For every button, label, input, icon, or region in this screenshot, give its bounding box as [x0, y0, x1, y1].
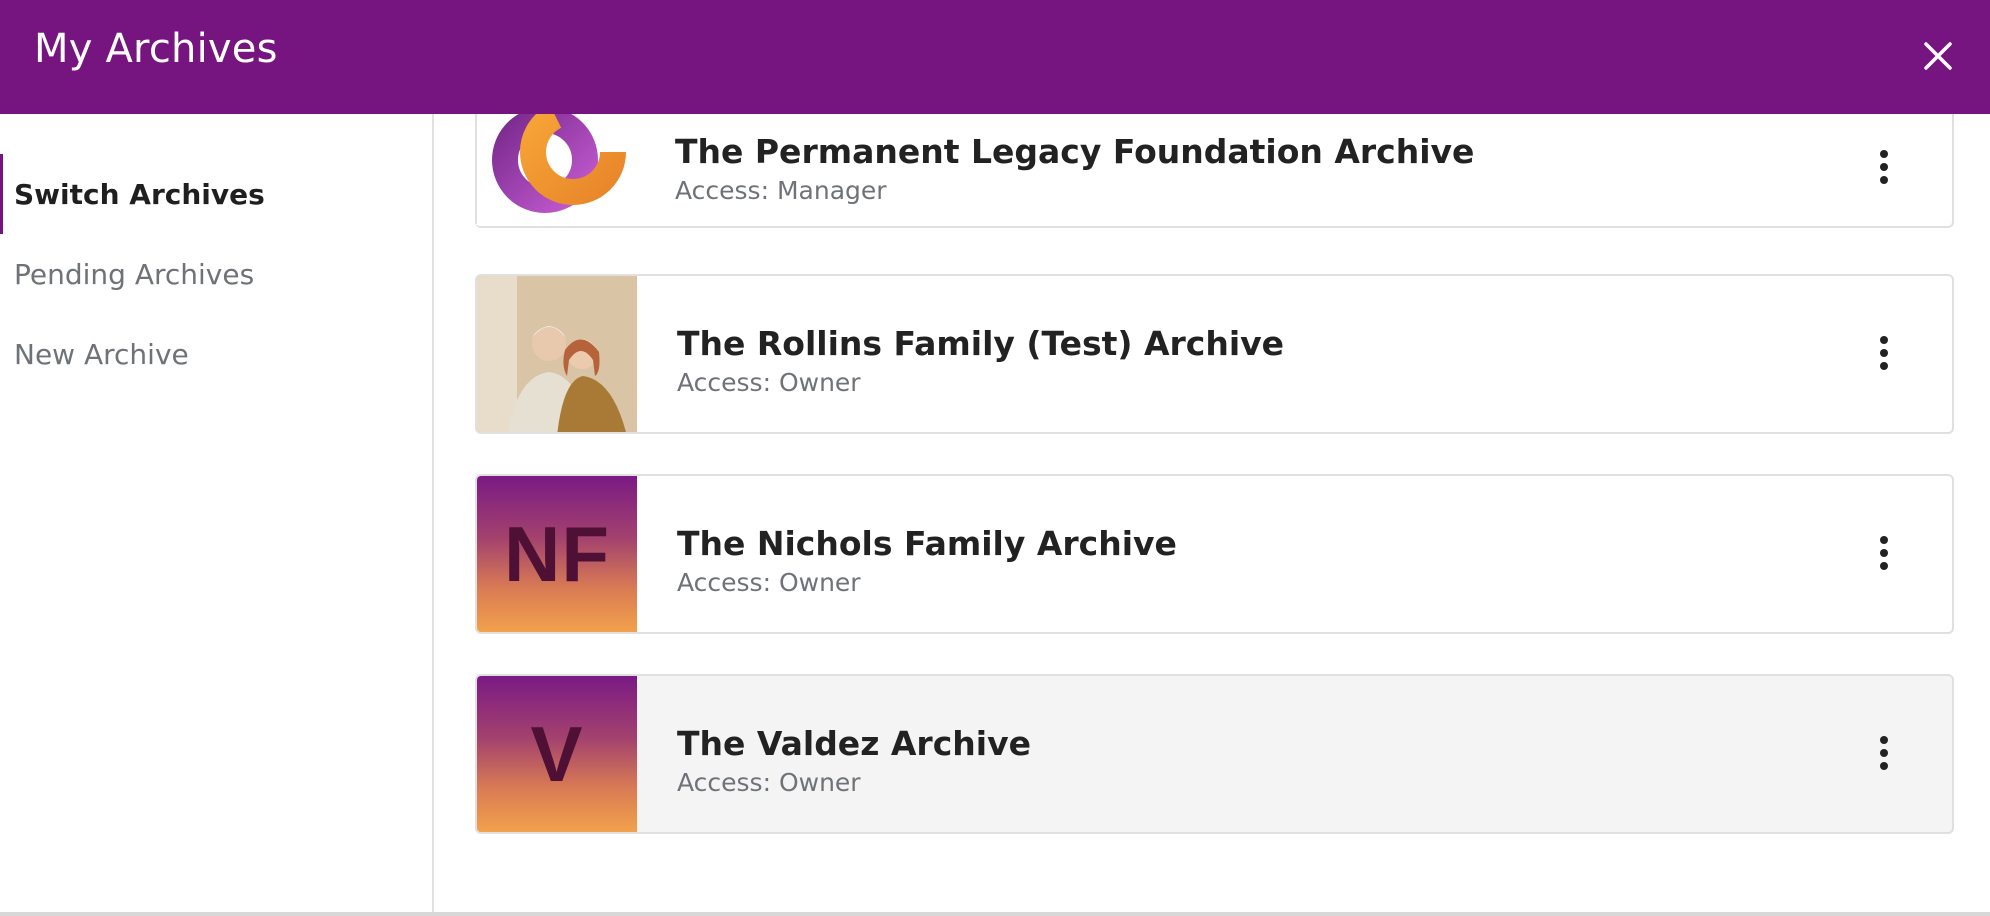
sidebar-item-label: Pending Archives — [14, 257, 255, 291]
archive-access: Access: Manager — [675, 176, 887, 205]
archive-initials-thumbnail: V — [477, 676, 637, 832]
sidebar-item-pending-archives[interactable]: Pending Archives — [0, 234, 432, 314]
close-icon[interactable] — [1912, 30, 1964, 82]
archive-access: Access: Owner — [677, 368, 861, 397]
archive-name: The Valdez Archive — [677, 724, 1031, 763]
dialog-bottom-edge — [0, 912, 1990, 916]
sidebar-item-label: New Archive — [14, 337, 189, 371]
dialog-header: My Archives — [0, 0, 1990, 114]
more-options-icon[interactable] — [1874, 736, 1894, 776]
archive-card[interactable]: The Rollins Family (Test) Archive Access… — [475, 274, 1954, 434]
sidebar-item-label: Switch Archives — [14, 177, 265, 211]
archive-initials: V — [530, 709, 584, 798]
archive-initials-thumbnail: NF — [477, 476, 637, 632]
archive-access: Access: Owner — [677, 568, 861, 597]
more-options-icon[interactable] — [1874, 536, 1894, 576]
archive-initials: NF — [504, 509, 610, 598]
more-options-icon[interactable] — [1874, 336, 1894, 376]
dialog-title: My Archives — [34, 26, 278, 72]
sidebar-item-new-archive[interactable]: New Archive — [0, 314, 432, 394]
archive-card[interactable]: NF The Nichols Family Archive Access: Ow… — [475, 474, 1954, 634]
archive-access: Access: Owner — [677, 768, 861, 797]
archive-list: The Permanent Legacy Foundation Archive … — [434, 114, 1990, 916]
archive-name: The Permanent Legacy Foundation Archive — [675, 132, 1475, 171]
more-options-icon[interactable] — [1874, 150, 1894, 190]
archive-name: The Rollins Family (Test) Archive — [677, 324, 1285, 363]
permanent-logo-icon — [492, 114, 626, 213]
archive-card[interactable]: V The Valdez Archive Access: Owner — [475, 674, 1954, 834]
sidebar-item-switch-archives[interactable]: Switch Archives — [0, 154, 432, 234]
archive-logo-thumbnail — [475, 114, 635, 226]
couple-photo — [477, 276, 637, 432]
archive-card[interactable]: The Permanent Legacy Foundation Archive … — [475, 114, 1954, 228]
sidebar: Switch Archives Pending Archives New Arc… — [0, 114, 434, 916]
archive-photo-thumbnail — [477, 276, 637, 432]
archive-name: The Nichols Family Archive — [677, 524, 1177, 563]
